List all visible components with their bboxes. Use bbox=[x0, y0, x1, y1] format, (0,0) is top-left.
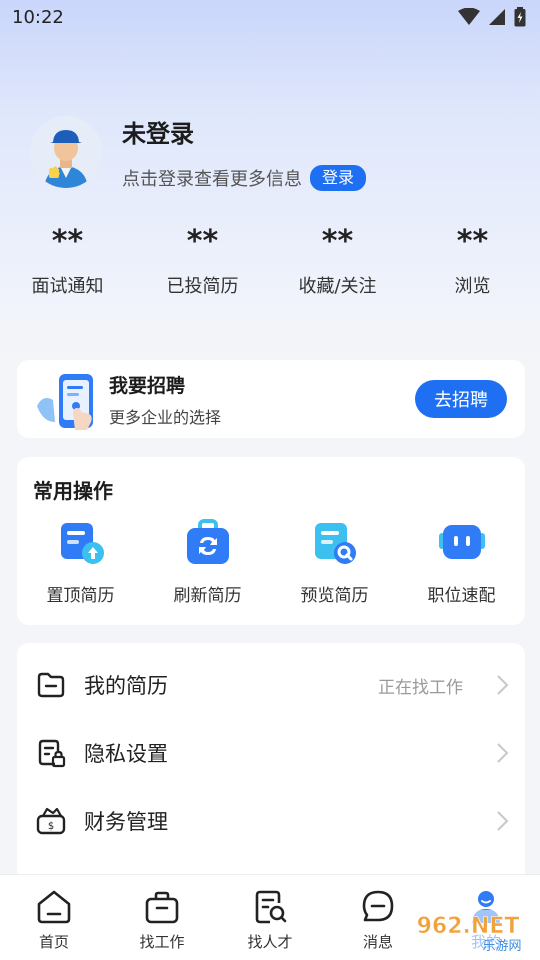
status-icons bbox=[458, 7, 526, 27]
go-recruit-button[interactable]: 去招聘 bbox=[415, 380, 507, 418]
watermark-sub: 乐游网 bbox=[482, 939, 521, 954]
home-icon bbox=[37, 890, 71, 924]
stat-label: 已投简历 bbox=[166, 276, 239, 297]
folder-icon bbox=[37, 672, 65, 698]
chevron-right-icon bbox=[497, 743, 509, 763]
menu-item-finance[interactable]: $ 财务管理 bbox=[17, 787, 525, 855]
menu-label: 隐私设置 bbox=[84, 742, 168, 766]
message-icon bbox=[362, 890, 394, 922]
briefcase-icon bbox=[145, 891, 179, 924]
tab-label: 消息 bbox=[362, 933, 393, 951]
resume-top-icon bbox=[60, 523, 104, 564]
op-refresh-resume[interactable]: 刷新简历 bbox=[144, 519, 271, 606]
op-label: 预览简历 bbox=[300, 586, 369, 606]
op-label: 置顶简历 bbox=[46, 586, 115, 606]
tab-label: 找人才 bbox=[247, 933, 293, 951]
svg-text:$: $ bbox=[48, 821, 54, 832]
wallet-icon: $ bbox=[36, 807, 66, 835]
menu-label: 我的简历 bbox=[84, 674, 168, 698]
op-preview-resume[interactable]: 预览简历 bbox=[271, 519, 398, 606]
refresh-resume-icon bbox=[186, 519, 229, 564]
tab-label: 首页 bbox=[38, 933, 69, 951]
recruit-subtitle: 更多企业的选择 bbox=[109, 407, 222, 427]
stat-views[interactable]: ** 浏览 bbox=[405, 222, 540, 298]
site-watermark: 962.NET 乐游网 bbox=[402, 906, 536, 956]
stat-value: ** bbox=[186, 224, 219, 259]
tab-label: 找工作 bbox=[139, 933, 185, 951]
chevron-right-icon bbox=[497, 675, 509, 695]
job-match-icon bbox=[438, 525, 485, 559]
stat-label: 收藏/关注 bbox=[298, 276, 377, 297]
stat-value: ** bbox=[51, 224, 84, 259]
login-button[interactable]: 登录 bbox=[310, 165, 367, 191]
menu-item-my-resume[interactable]: 我的简历 正在找工作 bbox=[17, 651, 525, 719]
tab-home[interactable]: 首页 bbox=[0, 875, 108, 960]
avatar[interactable] bbox=[30, 115, 102, 188]
op-label: 职位速配 bbox=[427, 586, 496, 606]
stat-applied[interactable]: ** 已投简历 bbox=[135, 222, 270, 298]
status-time: 10:22 bbox=[12, 6, 64, 28]
signal-icon bbox=[489, 9, 505, 25]
status-bar: 10:22 bbox=[0, 0, 540, 34]
tab-find-talent[interactable]: 找人才 bbox=[216, 875, 324, 960]
login-hint[interactable]: 点击登录查看更多信息 bbox=[122, 165, 302, 191]
recruit-title: 我要招聘 bbox=[109, 374, 186, 397]
avatar-worker-icon bbox=[30, 115, 102, 188]
battery-icon bbox=[514, 7, 526, 27]
recruit-phone-icon bbox=[33, 364, 103, 434]
op-pin-resume[interactable]: 置顶简历 bbox=[17, 519, 144, 606]
privacy-lock-icon bbox=[38, 739, 66, 768]
wifi-icon bbox=[458, 8, 480, 25]
profile-header[interactable]: 未登录 点击登录查看更多信息 登录 bbox=[30, 112, 367, 191]
recruit-card[interactable]: 我要招聘 更多企业的选择 去招聘 bbox=[17, 360, 525, 438]
stat-value: ** bbox=[456, 224, 489, 259]
talent-search-icon bbox=[255, 890, 287, 924]
stat-value: ** bbox=[321, 224, 354, 259]
watermark-brand: 962.NET bbox=[417, 914, 520, 939]
section-title: 常用操作 bbox=[33, 479, 113, 503]
stat-label: 浏览 bbox=[454, 276, 491, 297]
menu-item-privacy[interactable]: 隐私设置 bbox=[17, 719, 525, 787]
preview-resume-icon bbox=[314, 523, 356, 564]
stats-row: ** 面试通知 ** 已投简历 ** 收藏/关注 ** 浏览 bbox=[0, 222, 540, 298]
chevron-right-icon bbox=[497, 811, 509, 831]
login-status-title: 未登录 bbox=[122, 120, 194, 148]
stat-interview[interactable]: ** 面试通知 bbox=[0, 222, 135, 298]
stat-favorites[interactable]: ** 收藏/关注 bbox=[270, 222, 405, 298]
op-job-match[interactable]: 职位速配 bbox=[398, 519, 525, 606]
settings-menu-card: 我的简历 正在找工作 隐私设置 $ 财务管理 bbox=[17, 643, 525, 903]
common-operations-card: 常用操作 置顶简历 刷新简历 预览简历 职位速配 bbox=[17, 457, 525, 625]
stat-label: 面试通知 bbox=[31, 276, 104, 297]
resume-status-value: 正在找工作 bbox=[378, 677, 463, 698]
tab-find-job[interactable]: 找工作 bbox=[108, 875, 216, 960]
op-label: 刷新简历 bbox=[173, 586, 242, 606]
menu-label: 财务管理 bbox=[84, 810, 168, 834]
